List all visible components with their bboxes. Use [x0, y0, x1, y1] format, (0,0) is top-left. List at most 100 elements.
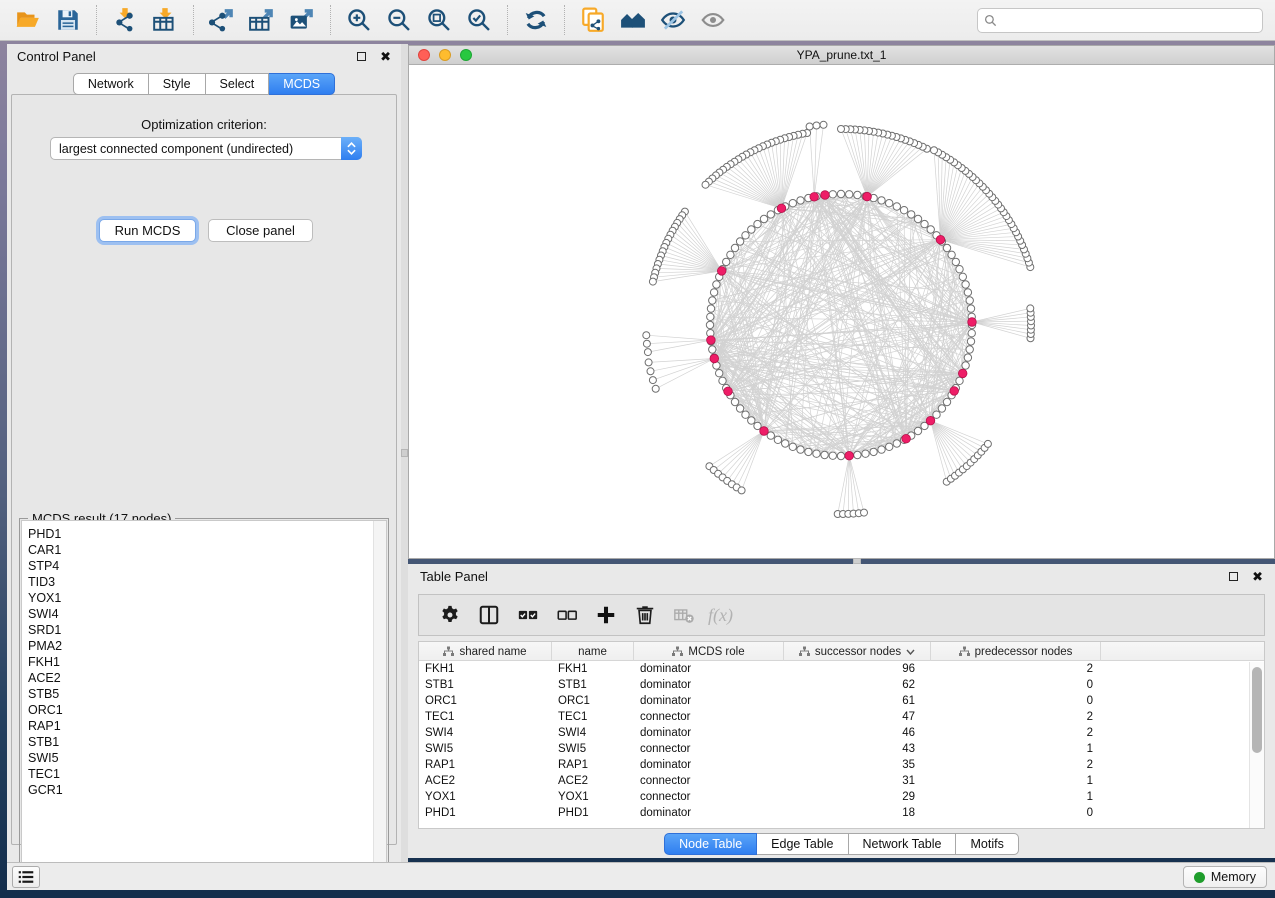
mcds-result-item[interactable]: RAP1 [22, 718, 386, 734]
export-image-button[interactable] [282, 3, 322, 37]
zoom-fit-button[interactable] [419, 3, 459, 37]
mcds-result-item[interactable]: STB1 [22, 734, 386, 750]
mcds-result-item[interactable]: ACE2 [22, 670, 386, 686]
duplicate-network-button[interactable] [573, 3, 613, 37]
column-header-name[interactable]: name [552, 642, 634, 661]
search-input[interactable] [997, 11, 1262, 31]
dropdown-stepper-icon [341, 137, 362, 160]
show-all-button[interactable] [693, 3, 733, 37]
table-cell: RAP1 [552, 757, 634, 773]
network-graph [409, 65, 1274, 558]
refresh-button[interactable] [516, 3, 556, 37]
panel-menu-button[interactable] [12, 866, 40, 888]
table-cell: FKH1 [552, 661, 634, 677]
float-table-panel-icon[interactable] [1229, 572, 1238, 581]
mcds-result-item[interactable]: FKH1 [22, 654, 386, 670]
column-header-predecessor-nodes[interactable]: predecessor nodes [931, 642, 1101, 661]
float-panel-icon[interactable] [357, 52, 366, 61]
node-table[interactable]: shared namenameMCDS rolesuccessor nodesp… [418, 641, 1265, 829]
zoom-out-button[interactable] [379, 3, 419, 37]
close-panel-button[interactable]: Close panel [208, 219, 313, 242]
table-cell: 62 [784, 677, 931, 693]
tab-style[interactable]: Style [149, 73, 206, 95]
mcds-result-item[interactable]: CAR1 [22, 542, 386, 558]
export-image-icon [289, 7, 315, 33]
mcds-result-item[interactable]: TEC1 [22, 766, 386, 782]
split-view-button[interactable] [474, 600, 504, 630]
tab-edge-table[interactable]: Edge Table [757, 833, 848, 855]
table-scrollbar-thumb[interactable] [1252, 667, 1262, 753]
column-header-successor-nodes[interactable]: successor nodes [784, 642, 931, 661]
mcds-result-item[interactable]: PHD1 [22, 521, 386, 542]
mcds-result-item[interactable]: PMA2 [22, 638, 386, 654]
deselect-all-button[interactable] [552, 600, 582, 630]
column-header-shared-name[interactable]: shared name [419, 642, 552, 661]
close-panel-icon[interactable]: ✖ [380, 50, 391, 63]
zoom-selected-button[interactable] [459, 3, 499, 37]
column-header-MCDS-role[interactable]: MCDS role [634, 642, 784, 661]
import-table-button[interactable] [145, 3, 185, 37]
hide-selected-button[interactable] [653, 3, 693, 37]
mcds-list-scrollbar[interactable] [373, 521, 386, 886]
tab-select[interactable]: Select [206, 73, 270, 95]
table-row[interactable]: STB1STB1dominator620 [419, 677, 1264, 693]
table-cell: 2 [931, 661, 1101, 677]
table-scrollbar[interactable] [1249, 662, 1264, 828]
home-button[interactable] [613, 3, 653, 37]
table-cell: connector [634, 789, 784, 805]
mcds-result-item[interactable]: ORC1 [22, 702, 386, 718]
vertical-splitter[interactable] [401, 44, 408, 862]
zoom-fit-icon [426, 7, 452, 33]
select-all-button[interactable] [513, 600, 543, 630]
optimization-criterion-label: Optimization criterion: [12, 117, 396, 132]
mcds-result-item[interactable]: STP4 [22, 558, 386, 574]
mcds-result-list[interactable]: PHD1CAR1STP4TID3YOX1SWI4SRD1PMA2FKH1ACE2… [21, 520, 387, 887]
table-cell: connector [634, 709, 784, 725]
criterion-dropdown[interactable]: largest connected component (undirected) [50, 137, 362, 160]
tab-network[interactable]: Network [73, 73, 149, 95]
table-cell: 2 [931, 757, 1101, 773]
zoom-in-button[interactable] [339, 3, 379, 37]
import-network-button[interactable] [105, 3, 145, 37]
open-folder-button[interactable] [8, 3, 48, 37]
table-row[interactable]: PHD1PHD1dominator180 [419, 805, 1264, 821]
control-panel: Control Panel ✖ NetworkStyleSelectMCDS O… [7, 44, 401, 862]
table-tabs: Node TableEdge TableNetwork TableMotifs [664, 833, 1019, 855]
delete-column-button[interactable] [630, 600, 660, 630]
list-icon [18, 870, 34, 884]
splitter-handle[interactable] [401, 449, 408, 457]
search-field[interactable] [977, 8, 1263, 33]
table-row[interactable]: RAP1RAP1dominator352 [419, 757, 1264, 773]
network-canvas[interactable] [409, 65, 1274, 558]
memory-button[interactable]: Memory [1183, 866, 1267, 888]
export-network-button[interactable] [202, 3, 242, 37]
toolbar-separator [193, 5, 194, 35]
mcds-result-item[interactable]: YOX1 [22, 590, 386, 606]
tab-mcds[interactable]: MCDS [269, 73, 335, 95]
settings-button[interactable] [435, 600, 465, 630]
tab-motifs[interactable]: Motifs [956, 833, 1018, 855]
table-row[interactable]: ACE2ACE2connector311 [419, 773, 1264, 789]
mcds-result-item[interactable]: GCR1 [22, 782, 386, 798]
table-row[interactable]: SWI4SWI4dominator462 [419, 725, 1264, 741]
mcds-result-item[interactable]: SRD1 [22, 622, 386, 638]
table-cell: connector [634, 741, 784, 757]
mcds-result-item[interactable]: TID3 [22, 574, 386, 590]
table-row[interactable]: FKH1FKH1dominator962 [419, 661, 1264, 677]
table-row[interactable]: TEC1TEC1connector472 [419, 709, 1264, 725]
mcds-result-item[interactable]: STB5 [22, 686, 386, 702]
table-row[interactable]: SWI5SWI5connector431 [419, 741, 1264, 757]
tab-node-table[interactable]: Node Table [664, 833, 757, 855]
mcds-result-item[interactable]: SWI4 [22, 606, 386, 622]
tab-network-table[interactable]: Network Table [849, 833, 957, 855]
run-mcds-button[interactable]: Run MCDS [99, 219, 196, 242]
save-button[interactable] [48, 3, 88, 37]
export-table-button[interactable] [242, 3, 282, 37]
close-table-panel-icon[interactable]: ✖ [1252, 570, 1263, 583]
mcds-result-item[interactable]: SWI5 [22, 750, 386, 766]
table-cell: 2 [931, 709, 1101, 725]
table-row[interactable]: ORC1ORC1dominator610 [419, 693, 1264, 709]
table-row[interactable]: YOX1YOX1connector291 [419, 789, 1264, 805]
add-column-button[interactable] [591, 600, 621, 630]
delete-table-button[interactable] [669, 600, 699, 630]
